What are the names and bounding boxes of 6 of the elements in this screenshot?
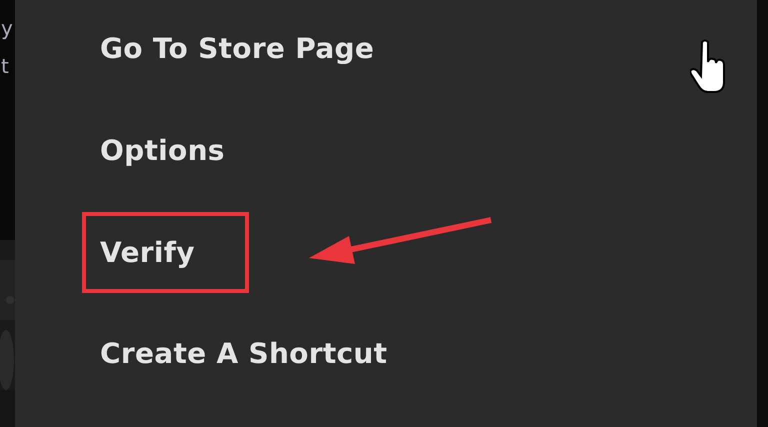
menu-item[interactable]: Options [82,122,243,179]
menu-item[interactable]: Create A Shortcut [82,325,406,382]
menu-item[interactable]: Go To Store Page [82,20,392,77]
cut-text: t [1,53,10,80]
cut-text: y [1,15,14,42]
menu-item[interactable]: Verify [82,212,249,292]
